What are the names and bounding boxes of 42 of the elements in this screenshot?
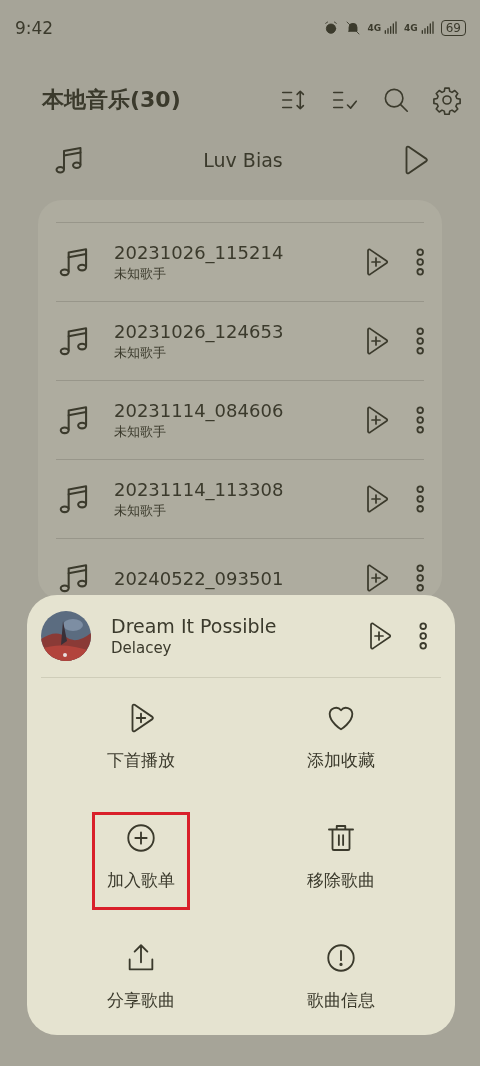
sheet-song-title: Dream It Possible xyxy=(111,615,278,637)
more-icon xyxy=(415,248,424,276)
page-title: 本地音乐(30) xyxy=(42,86,182,114)
song-title: 20231114_113308 xyxy=(114,478,285,500)
song-title: 20240522_093501 xyxy=(114,567,285,589)
settings-icon xyxy=(432,85,462,115)
more-button[interactable] xyxy=(415,248,424,276)
more-button[interactable] xyxy=(418,622,427,650)
status-time: 9:42 xyxy=(15,18,54,38)
action-button[interactable]: 移除歌曲 xyxy=(292,812,390,910)
network-label: 4G xyxy=(404,23,418,33)
info-circle-icon xyxy=(324,941,358,975)
action-button[interactable]: 加入歌单 xyxy=(92,812,190,910)
sheet-song-artist: Delacey xyxy=(111,639,173,657)
more-icon xyxy=(418,622,427,650)
more-icon xyxy=(415,327,424,355)
more-icon xyxy=(415,406,424,434)
action-button[interactable]: 分享歌曲 xyxy=(92,932,190,1030)
network-label: 4G xyxy=(367,23,382,33)
song-title: 20231114_084606 xyxy=(114,399,285,421)
more-icon xyxy=(415,485,424,513)
alarm-icon xyxy=(323,20,340,36)
song-artist: 未知歌手 xyxy=(114,264,167,283)
more-icon xyxy=(415,564,424,592)
song-artist: 未知歌手 xyxy=(114,343,167,362)
action-button[interactable]: 歌曲信息 xyxy=(292,932,390,1030)
action-button[interactable]: 添加收藏 xyxy=(292,692,390,790)
song-title: 20231026_124653 xyxy=(114,320,285,342)
more-button[interactable] xyxy=(415,564,424,592)
battery-level: 69 xyxy=(440,20,466,36)
more-button[interactable] xyxy=(415,327,424,355)
action-button[interactable]: 下首播放 xyxy=(92,692,190,790)
signal-icon xyxy=(382,20,399,36)
song-title: 20231026_115214 xyxy=(114,241,285,263)
more-button[interactable] xyxy=(415,485,424,513)
settings-button[interactable] xyxy=(432,85,462,115)
now-playing-title: Luv Bias xyxy=(202,149,284,171)
plus-circle-icon xyxy=(124,821,158,855)
song-artist: 未知歌手 xyxy=(114,501,167,520)
bell-off-icon xyxy=(345,20,362,36)
more-button[interactable] xyxy=(415,406,424,434)
song-artist: 未知歌手 xyxy=(114,422,167,441)
